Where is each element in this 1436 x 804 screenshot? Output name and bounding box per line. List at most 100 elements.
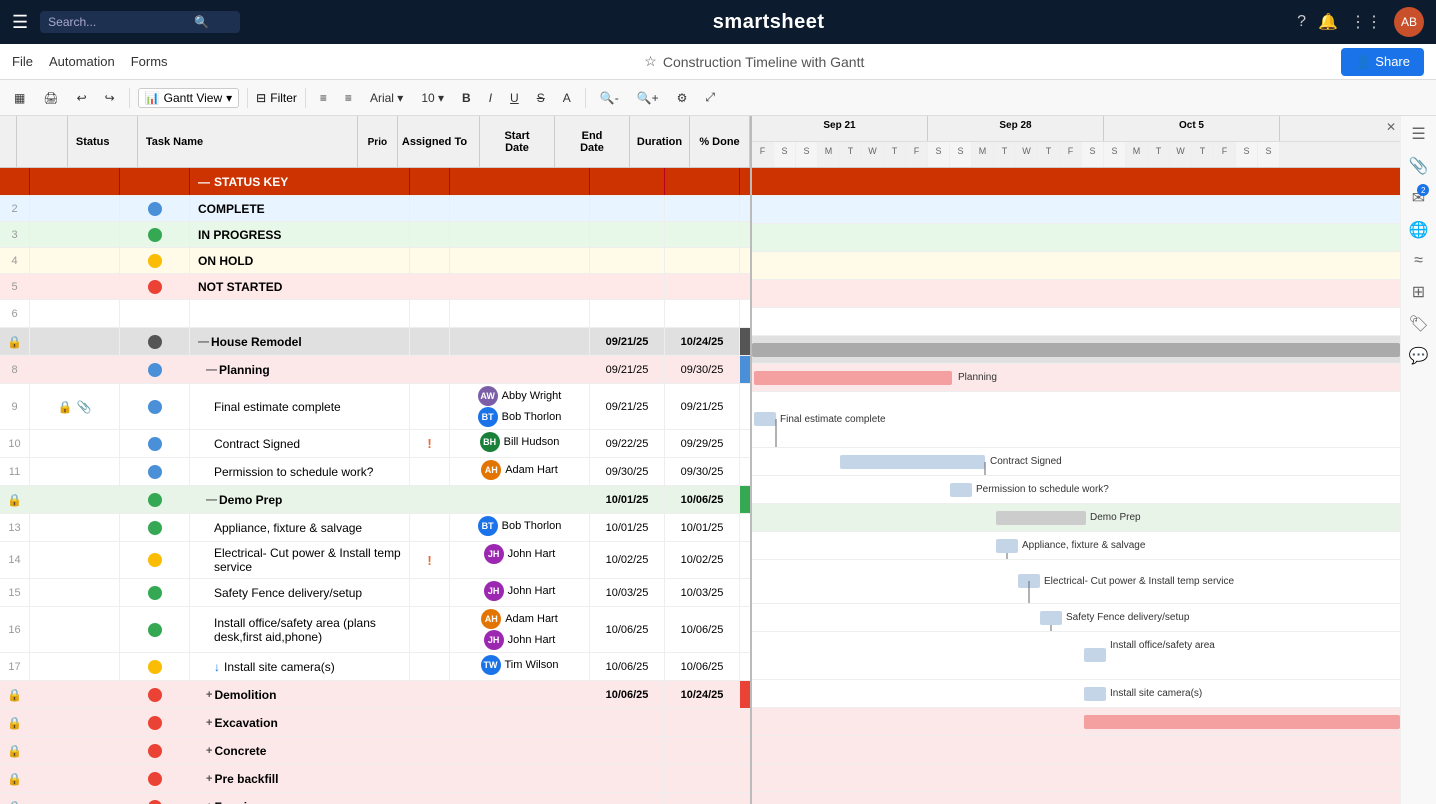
expand-icon[interactable]: + <box>206 745 212 757</box>
expand-icon[interactable]: + <box>206 717 212 729</box>
concrete-label: Concrete <box>214 744 266 758</box>
expand-btn[interactable]: ⤢ <box>699 88 721 107</box>
grid-icon[interactable]: ▦ <box>8 89 31 107</box>
expand-icon[interactable]: + <box>206 773 212 785</box>
table-row: 3 IN PROGRESS <box>0 222 750 248</box>
status-dot <box>148 335 162 349</box>
avatar-ah: AH <box>481 460 501 480</box>
hamburger-icon[interactable]: ☰ <box>12 12 28 33</box>
table-row[interactable]: 10 Contract Signed ! BH Bill Hudson 09/2… <box>0 430 750 458</box>
side-panel-icon-2[interactable]: 📎 <box>1409 156 1429 176</box>
gantt-close-button[interactable]: ✕ <box>1386 120 1396 134</box>
day-cell: M <box>818 142 840 167</box>
print-icon[interactable]: 🖨 <box>37 89 64 107</box>
gantt-row <box>752 280 1400 308</box>
gantt-bar <box>754 371 952 385</box>
avatar-jh2: JH <box>484 581 504 601</box>
side-panel-icon-7[interactable]: 🏷 <box>1408 314 1428 334</box>
table-row[interactable]: 15 Safety Fence delivery/setup JH John H… <box>0 579 750 607</box>
table-row[interactable]: 11 Permission to schedule work? AH Adam … <box>0 458 750 486</box>
search-input[interactable] <box>48 15 188 29</box>
gantt-bar <box>996 511 1086 525</box>
table-row: 8 — Planning 09/21/25 09/30/25 8d 100% <box>0 356 750 384</box>
menu-automation[interactable]: Automation <box>49 54 115 69</box>
bold-btn[interactable]: B <box>456 89 477 107</box>
table-row[interactable]: 14 Electrical- Cut power & Install temp … <box>0 542 750 579</box>
fill-color-btn[interactable]: A <box>557 89 577 107</box>
end-date: 09/30/25 <box>681 466 724 478</box>
demo-prep-label: Demo Prep <box>219 493 282 507</box>
table-row[interactable]: 9 🔒 📎 Final estimate complete AW Abby Wr… <box>0 384 750 430</box>
status-dot <box>148 688 162 702</box>
search-box[interactable]: 🔍 <box>40 11 240 33</box>
zoom-in-btn[interactable]: 🔍+ <box>631 89 665 107</box>
star-icon[interactable]: ☆ <box>644 53 657 70</box>
task-name-header: Task Name <box>146 136 203 148</box>
main-content: Status Task Name Prio Assigned To Start … <box>0 116 1436 804</box>
left-align-icon[interactable]: ≡ <box>314 89 333 107</box>
table-row: 🔒 + Excavation <box>0 709 750 737</box>
filter-button[interactable]: ⊟ Filter <box>256 91 297 105</box>
side-panel-icon-3[interactable]: ✉2 <box>1412 188 1425 208</box>
side-panel-icon-1[interactable]: ☰ <box>1411 124 1425 144</box>
end-date: 10/24/25 <box>681 336 724 348</box>
side-panel-icon-6[interactable]: ⊞ <box>1412 282 1425 302</box>
collapse-icon[interactable]: — <box>206 494 217 506</box>
zoom-out-btn[interactable]: 🔍- <box>594 89 625 107</box>
font-selector[interactable]: Arial ▾ <box>364 89 409 107</box>
apps-icon[interactable]: ⋮⋮ <box>1350 12 1382 32</box>
table-row: 🔒 + Framing <box>0 793 750 804</box>
redo-icon[interactable]: ↪ <box>99 89 121 107</box>
avatar-bt: BT <box>478 407 498 427</box>
start-date-header-line2: Date <box>505 142 529 154</box>
assignee-name: Bill Hudson <box>504 436 560 448</box>
start-date: 09/21/25 <box>606 336 649 348</box>
status-dot <box>148 228 162 242</box>
side-panel-icon-4[interactable]: 🌐 <box>1409 220 1429 240</box>
end-date-header-line1: End <box>582 130 603 142</box>
expand-icon[interactable]: + <box>206 801 212 804</box>
table-row[interactable]: 16 Install office/safety area (plans des… <box>0 607 750 653</box>
undo-icon[interactable]: ↩ <box>71 89 93 107</box>
day-cell: W <box>862 142 884 167</box>
gantt-bar <box>1084 687 1106 701</box>
menu-forms[interactable]: Forms <box>131 54 168 69</box>
share-button[interactable]: 👤 Share <box>1341 48 1424 76</box>
start-date: 09/22/25 <box>606 438 649 450</box>
avatar-aw: AW <box>478 386 498 406</box>
gantt-row: Safety Fence delivery/setup <box>752 604 1400 632</box>
start-date: 09/21/25 <box>606 364 649 376</box>
gantt-bar-label: Appliance, fixture & salvage <box>1022 540 1145 551</box>
collapse-icon[interactable]: — <box>206 364 217 376</box>
settings-btn[interactable]: ⚙ <box>671 89 694 107</box>
side-panel-icon-5[interactable]: ≈ <box>1414 252 1423 270</box>
avatar-chip: BT Bob Thorlon <box>478 407 562 427</box>
comment-icon[interactable]: 🔒 <box>58 400 73 414</box>
menu-file[interactable]: File <box>12 54 33 69</box>
table-row: 6 <box>0 300 750 328</box>
gantt-view-button[interactable]: 📊 Gantt View ▾ <box>138 88 239 108</box>
underline-btn[interactable]: U <box>504 89 525 107</box>
avatar-chip: JH John Hart <box>484 581 556 601</box>
italic-btn[interactable]: I <box>483 89 498 107</box>
notification-icon[interactable]: 🔔 <box>1318 12 1338 32</box>
day-cell: T <box>1192 142 1214 167</box>
table-row[interactable]: 17 ↓ Install site camera(s) TW Tim Wilso… <box>0 653 750 681</box>
table-row[interactable]: 13 Appliance, fixture & salvage BT Bob T… <box>0 514 750 542</box>
collapse-icon[interactable]: — <box>198 336 209 348</box>
help-icon[interactable]: ? <box>1297 13 1306 31</box>
status-dot <box>148 465 162 479</box>
expand-icon[interactable]: + <box>206 689 212 701</box>
gantt-bar <box>996 539 1018 553</box>
menu-bar: File Automation Forms ☆ Construction Tim… <box>0 44 1436 80</box>
status-dot <box>148 660 162 674</box>
side-panel-icon-8[interactable]: 💬 <box>1409 346 1429 366</box>
attach-icon[interactable]: 📎 <box>77 400 92 414</box>
right-panel: ☰ 📎 ✉2 🌐 ≈ ⊞ 🏷 💬 <box>1400 116 1436 804</box>
strikethrough-btn[interactable]: S <box>531 89 551 107</box>
day-cell: T <box>884 142 906 167</box>
font-size[interactable]: 10 ▾ <box>415 89 450 107</box>
demolition-label: Demolition <box>214 688 276 702</box>
right-align-icon[interactable]: ≡ <box>339 89 358 107</box>
user-avatar[interactable]: AB <box>1394 7 1424 37</box>
